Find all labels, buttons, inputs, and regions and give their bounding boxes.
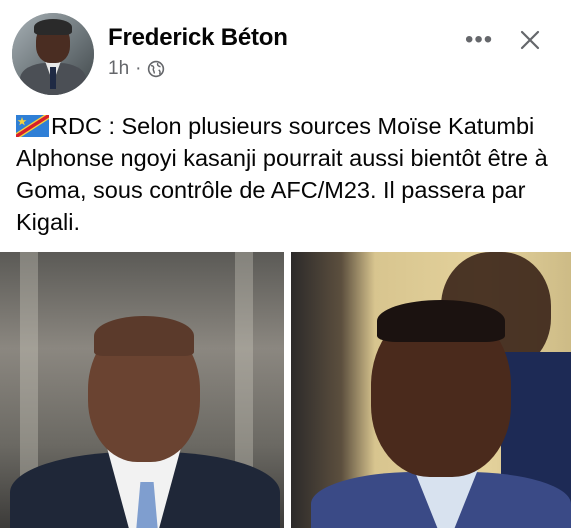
- more-options-icon[interactable]: •••: [465, 28, 493, 52]
- post-meta: 1h ·: [108, 58, 165, 80]
- post-text: RDC : Selon plusieurs sources Moïse Katu…: [16, 110, 561, 238]
- post-body-text: RDC : Selon plusieurs sources Moïse Katu…: [16, 113, 548, 235]
- meta-separator: ·: [135, 58, 142, 79]
- post-header: Frederick Béton 1h · •••: [0, 0, 571, 100]
- globe-icon: [148, 60, 165, 78]
- close-icon[interactable]: [518, 28, 542, 52]
- author-avatar[interactable]: [12, 13, 94, 95]
- post-time[interactable]: 1h: [108, 58, 129, 80]
- drc-flag-icon: [16, 115, 49, 137]
- author-name[interactable]: Frederick Béton: [108, 24, 288, 52]
- photo-right[interactable]: [291, 252, 571, 528]
- photo-left[interactable]: [0, 252, 284, 528]
